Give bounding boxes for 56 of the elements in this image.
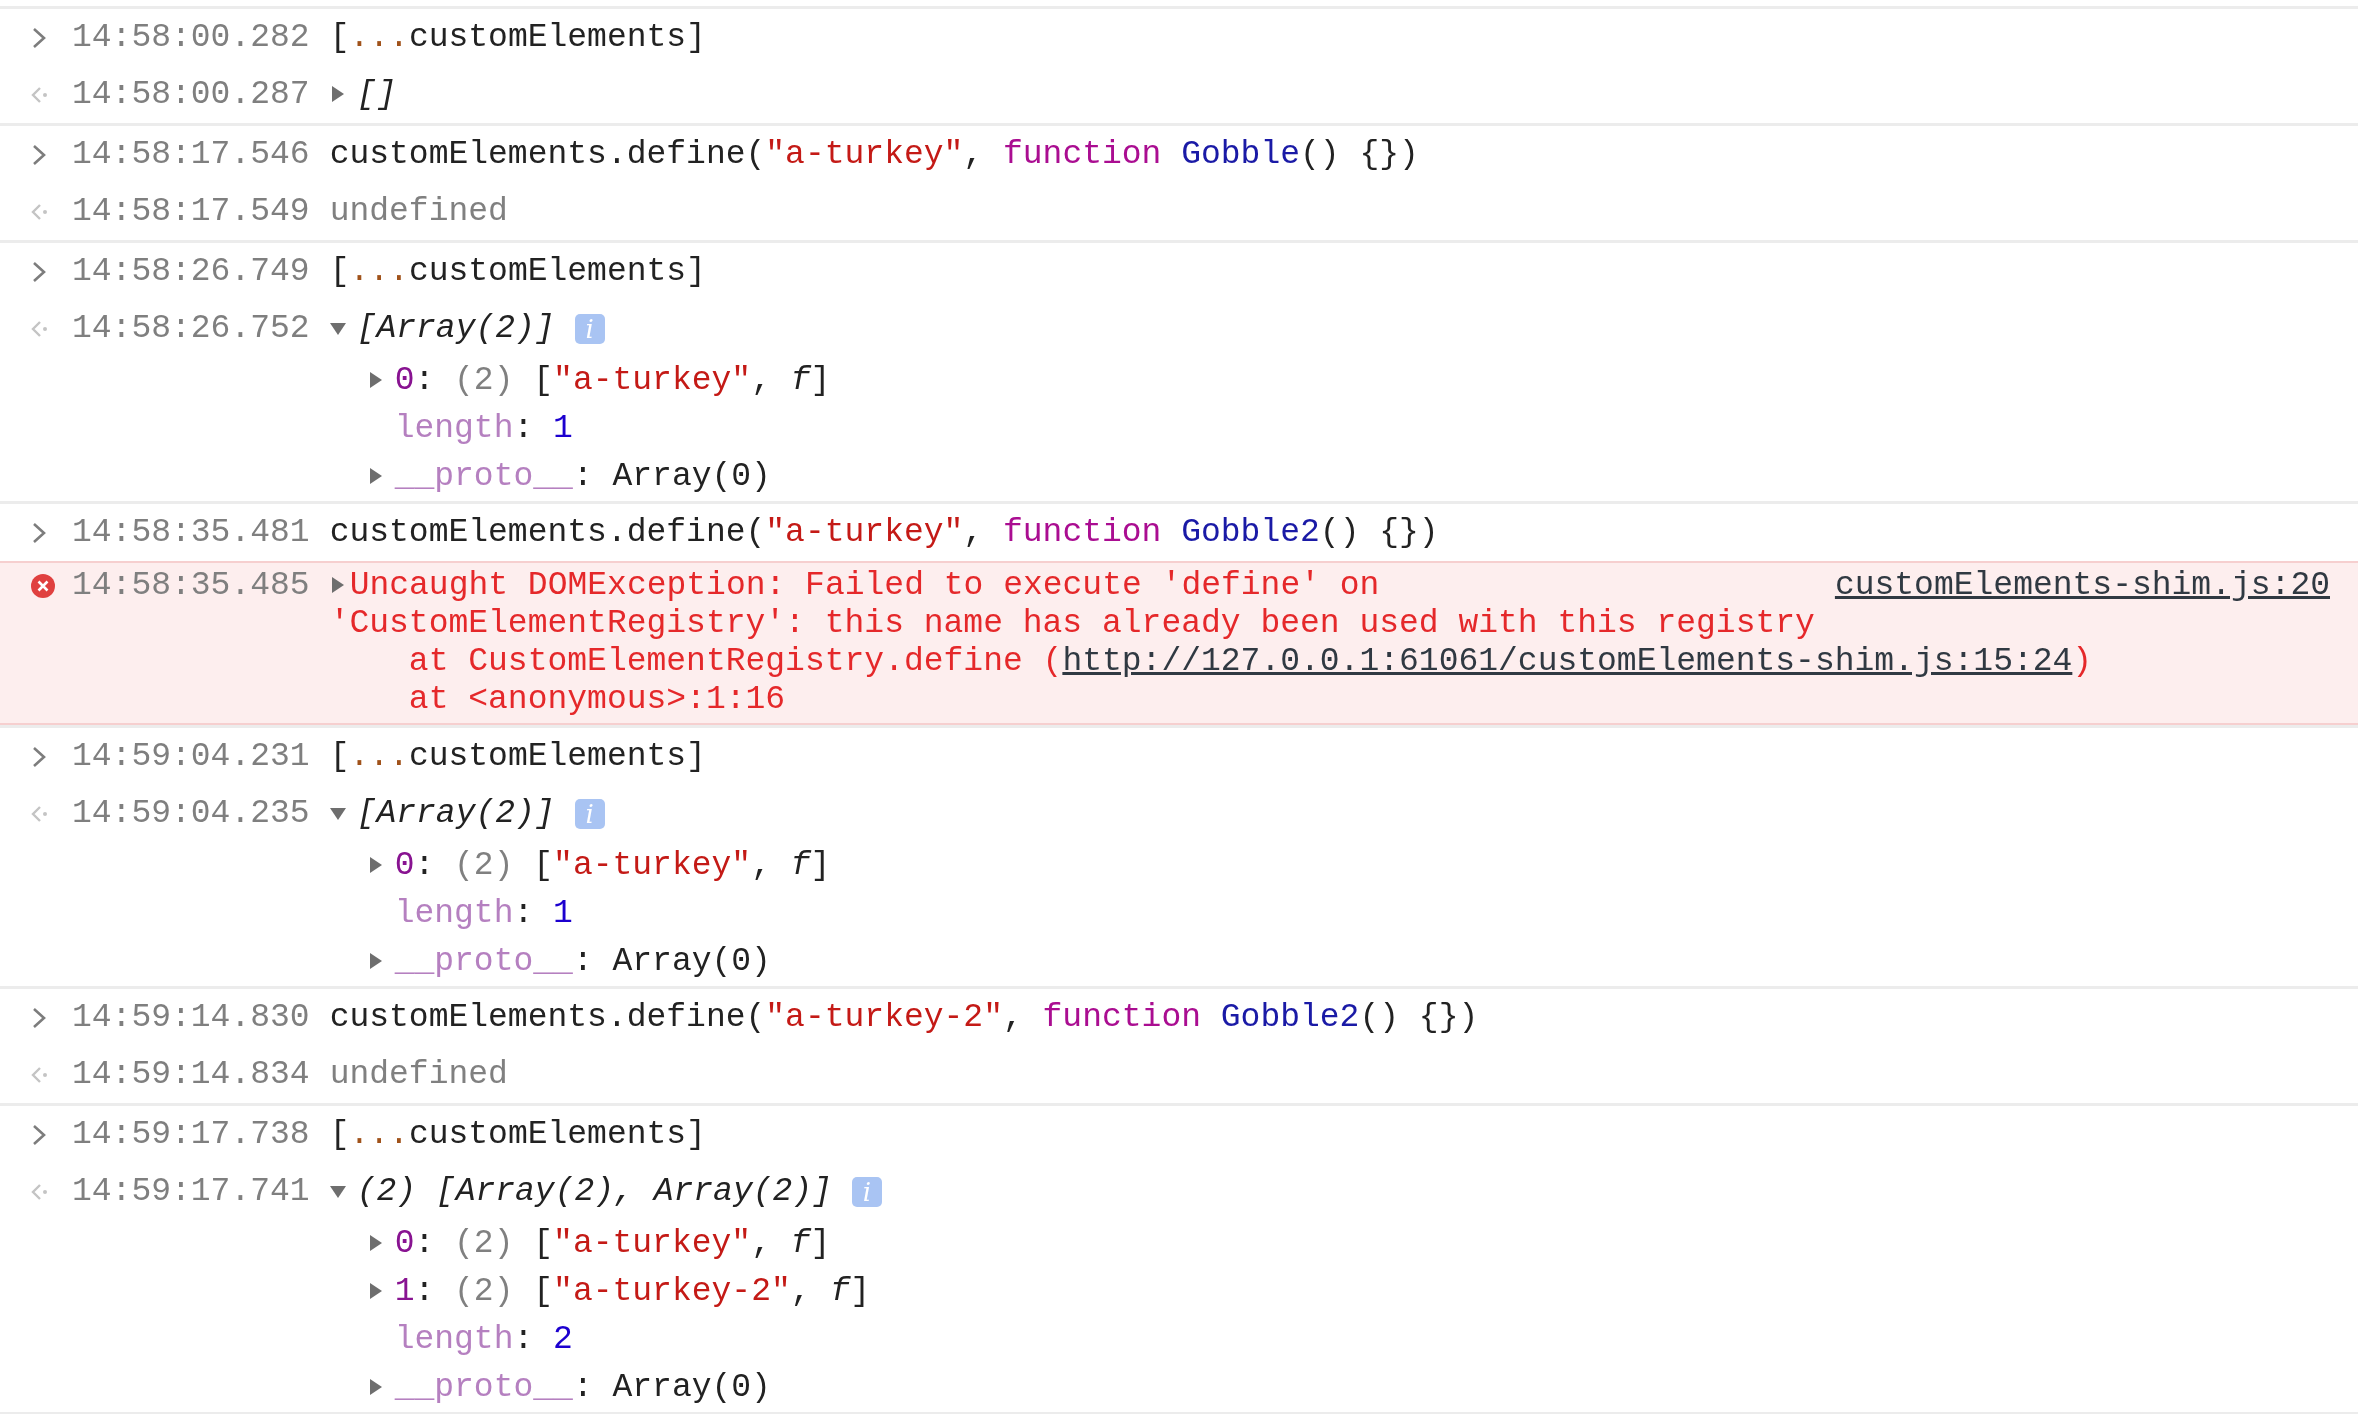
result-value: undefined — [329, 1055, 508, 1095]
property-text: 0: (2) ["a-turkey", f] — [394, 846, 831, 886]
property-text: 0: (2) ["a-turkey", f] — [394, 361, 831, 401]
result-value: undefined — [329, 192, 508, 232]
property-text: 1: (2) ["a-turkey-2", f] — [394, 1272, 870, 1312]
timestamp: 14:58:00.287 — [72, 75, 310, 115]
result-value: [Array(2)] — [356, 309, 555, 349]
command-text: customElements.define("a-turkey-2", function Gobble2() {}) — [329, 998, 1479, 1038]
expand-triangle-icon[interactable] — [367, 1379, 384, 1397]
timestamp: 14:59:14.834 — [72, 1055, 310, 1095]
property-text: __proto__: Array(0) — [394, 457, 771, 497]
timestamp: 14:58:35.485 — [72, 567, 310, 605]
timestamp: 14:58:26.749 — [72, 252, 310, 292]
result-value: [Array(2)] — [356, 794, 555, 834]
property-text: length: 1 — [394, 894, 573, 934]
stack-trace-line: at CustomElementRegistry.define (http://127.0.0.1:61061/customElements-shim.js:15:24) — [407, 643, 2093, 681]
expand-triangle-icon[interactable] — [367, 953, 384, 971]
timestamp: 14:58:17.546 — [72, 135, 310, 175]
property-text: length: 2 — [394, 1320, 573, 1360]
expand-triangle-icon[interactable] — [329, 85, 346, 104]
timestamp: 14:59:04.235 — [72, 794, 310, 834]
result-value: [] — [356, 75, 397, 115]
timestamp: 14:58:00.282 — [72, 18, 310, 58]
info-badge[interactable]: i — [574, 313, 605, 344]
command-text: customElements.define("a-turkey", function Gobble2() {}) — [329, 513, 1439, 553]
source-link[interactable]: customElements-shim.js:20 — [1834, 567, 2330, 605]
command-text: [...customElements] — [329, 252, 706, 292]
expand-triangle-icon[interactable] — [367, 1235, 384, 1253]
timestamp: 14:59:04.231 — [72, 737, 310, 777]
timestamp: 14:59:17.738 — [72, 1115, 310, 1155]
stack-trace-line: at <anonymous>:1:16 — [407, 681, 786, 719]
expand-triangle-icon[interactable] — [367, 1283, 384, 1301]
timestamp: 14:59:14.830 — [72, 998, 310, 1038]
result-value: (2) [Array(2), Array(2)] — [356, 1172, 832, 1212]
error-icon — [30, 573, 56, 599]
expand-triangle-icon[interactable] — [367, 468, 384, 486]
property-text: 0: (2) ["a-turkey", f] — [394, 1224, 831, 1264]
timestamp: 14:59:17.741 — [72, 1172, 310, 1212]
command-text: [...customElements] — [329, 737, 706, 777]
timestamp: 14:58:17.549 — [72, 192, 310, 232]
link[interactable]: http://127.0.0.1:61061/customElements-shim.js:15:24 — [1062, 643, 2073, 680]
property-text: length: 1 — [394, 409, 573, 449]
info-badge[interactable]: i — [851, 1176, 882, 1207]
timestamp: 14:58:35.481 — [72, 513, 310, 553]
property-text: __proto__: Array(0) — [394, 942, 771, 982]
timestamp: 14:58:26.752 — [72, 309, 310, 349]
expand-triangle-icon[interactable] — [329, 577, 346, 595]
error-message: Uncaught DOMException: Failed to execute 'define' on — [349, 567, 1380, 605]
expand-triangle-icon[interactable] — [367, 372, 384, 390]
property-text: __proto__: Array(0) — [394, 1368, 771, 1408]
error-message: 'CustomElementRegistry': this name has already been used with this registry — [329, 605, 1815, 643]
command-text: customElements.define("a-turkey", function Gobble() {}) — [329, 135, 1419, 175]
command-text: [...customElements] — [329, 18, 706, 58]
expand-triangle-icon[interactable] — [367, 857, 384, 875]
info-badge[interactable]: i — [574, 798, 605, 829]
command-text: [...customElements] — [329, 1115, 706, 1155]
